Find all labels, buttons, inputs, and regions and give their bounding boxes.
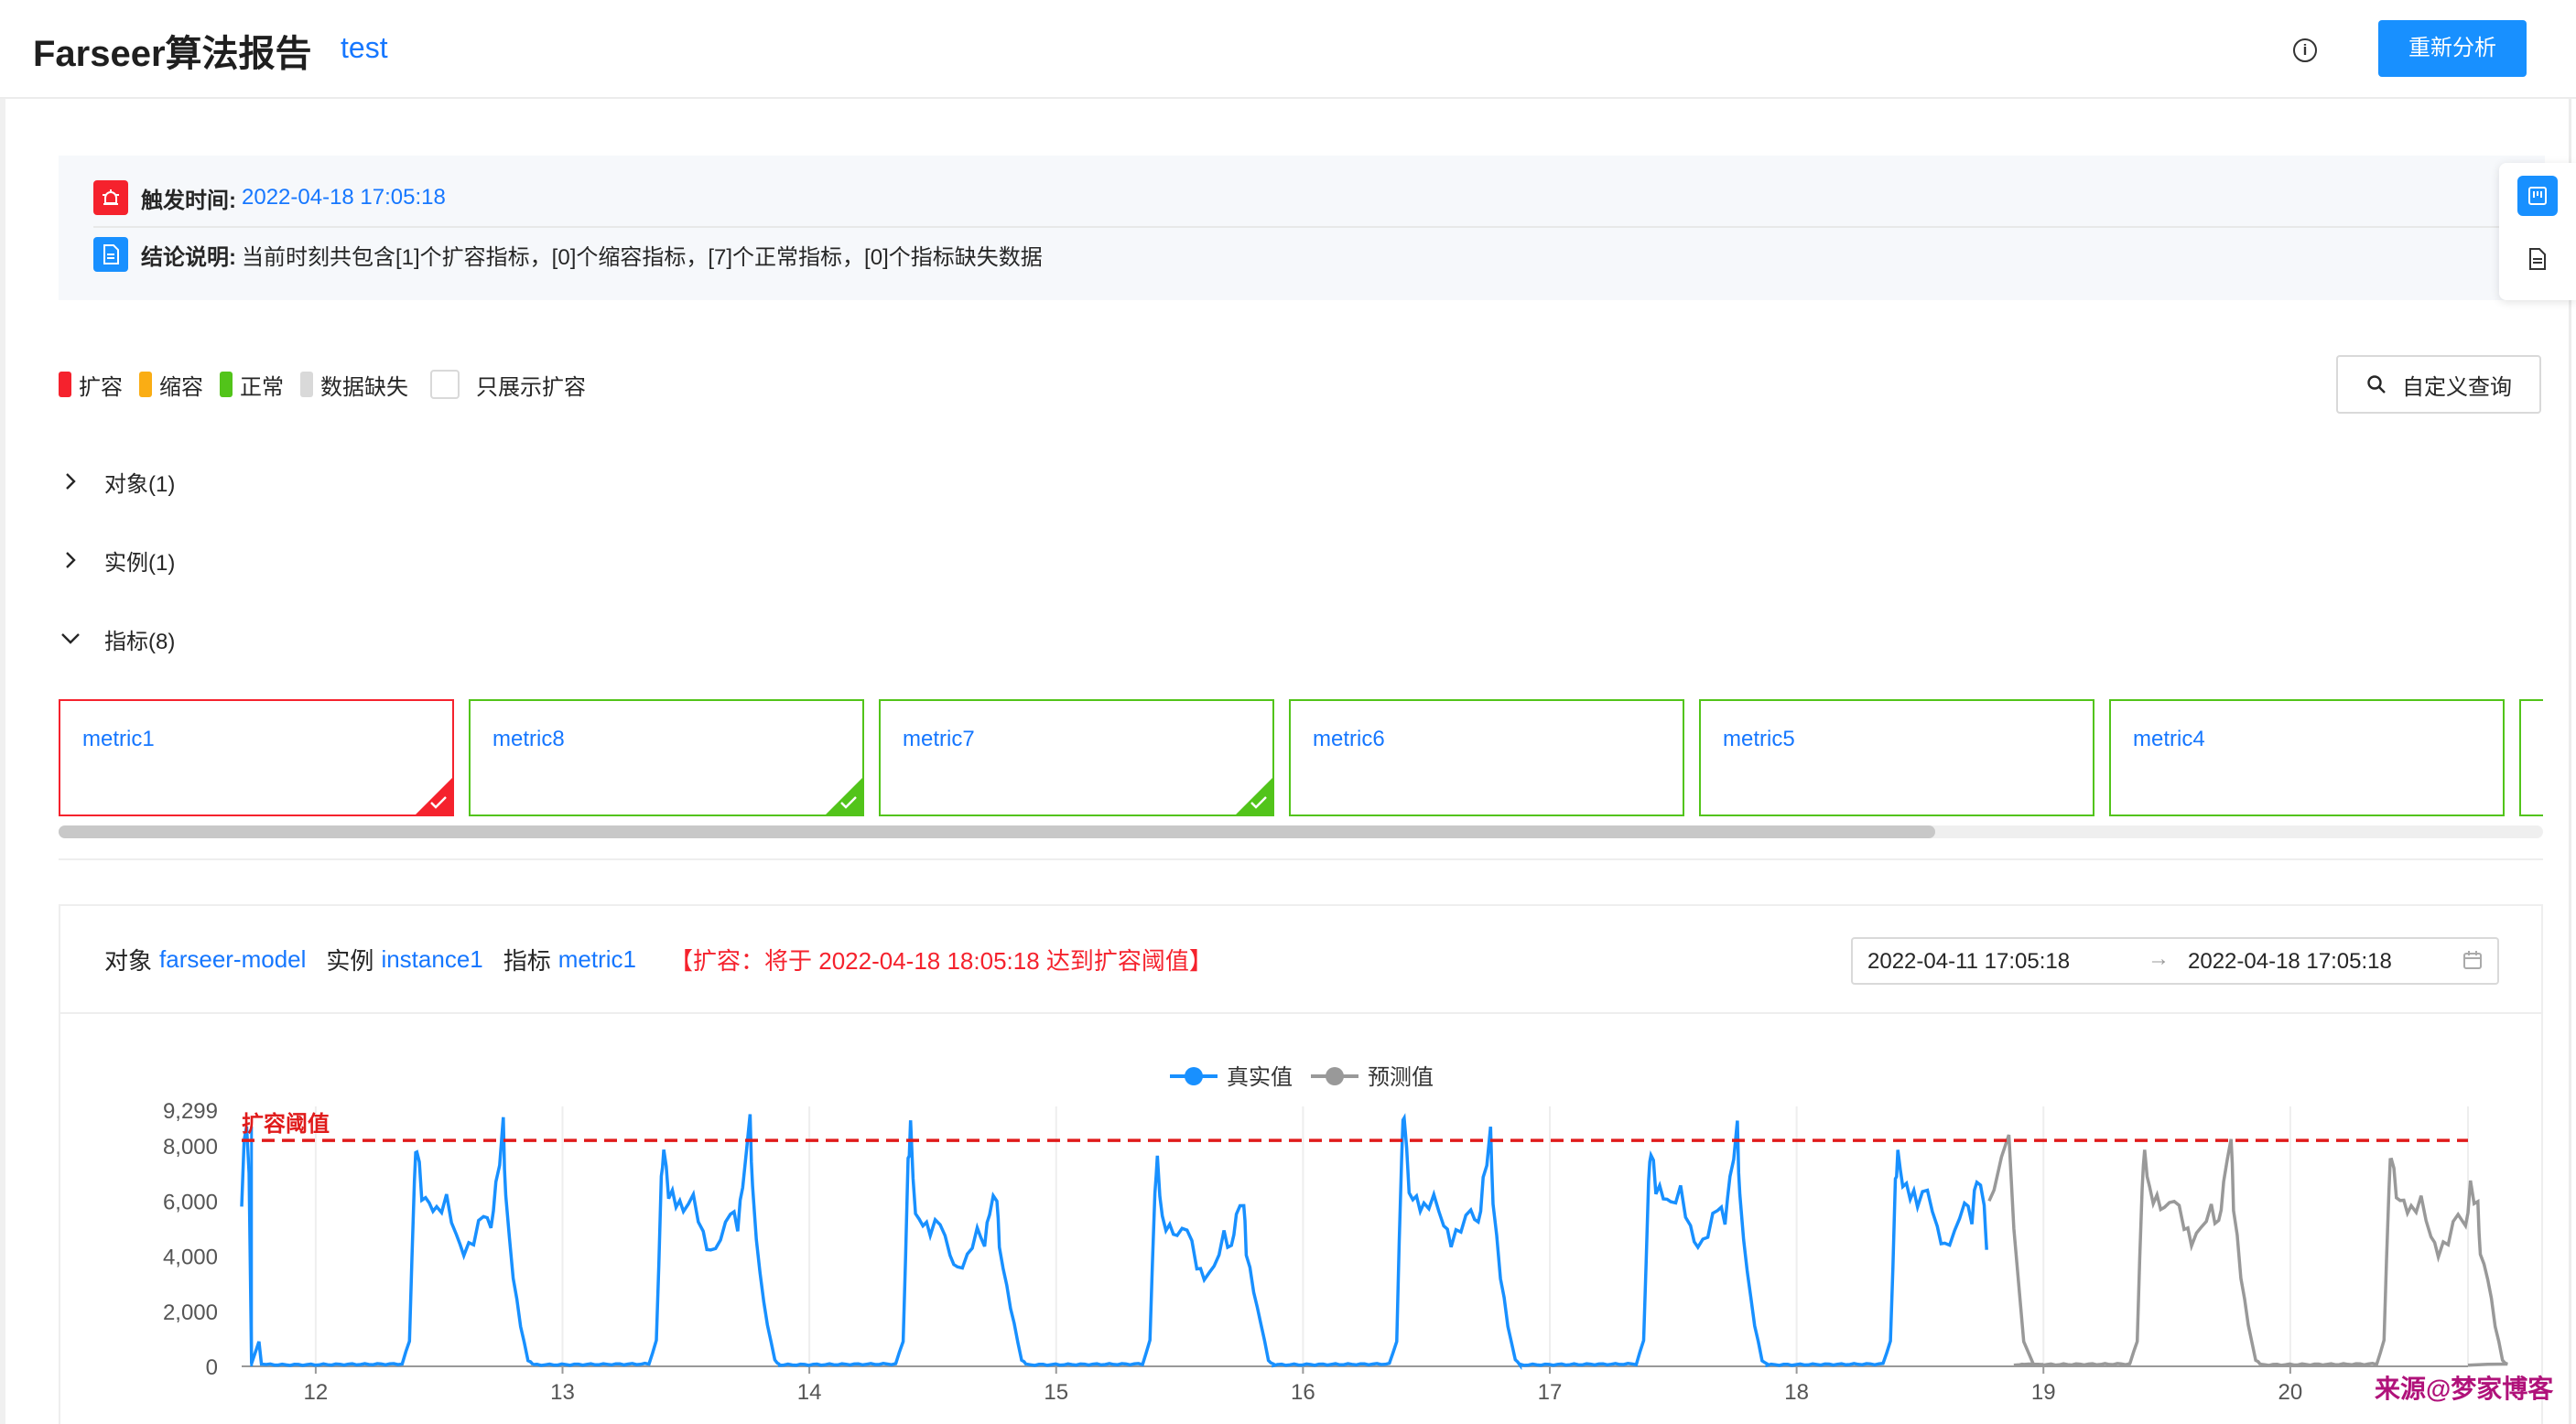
y-tick-label: 9,299 xyxy=(163,1099,218,1124)
y-tick-label: 0 xyxy=(206,1355,218,1380)
x-tick-label: 16 xyxy=(1291,1380,1315,1405)
y-tick-label: 6,000 xyxy=(163,1190,218,1214)
actual-series-line xyxy=(240,1113,1988,1371)
legend-marker-actual xyxy=(1185,1067,1203,1085)
x-tick-label: 18 xyxy=(1784,1380,1809,1405)
x-tick-label: 20 xyxy=(2278,1380,2303,1405)
x-tick-label: 13 xyxy=(550,1380,575,1405)
x-tick-label: 19 xyxy=(2031,1380,2056,1405)
y-tick-label: 4,000 xyxy=(163,1246,218,1270)
x-tick-label: 15 xyxy=(1044,1380,1068,1405)
predicted-series-line xyxy=(1987,1134,2508,1367)
x-tick-label: 14 xyxy=(797,1380,822,1405)
x-tick-label: 12 xyxy=(304,1380,329,1405)
y-tick-label: 8,000 xyxy=(163,1135,218,1160)
threshold-label: 扩容阈值 xyxy=(242,1111,330,1137)
legend-marker-predicted xyxy=(1326,1067,1344,1085)
y-tick-label: 2,000 xyxy=(163,1300,218,1325)
watermark: 来源@梦家博客 xyxy=(2375,1375,2554,1403)
metric-line-chart: 真实值 预测值 12 13 14 15 16 17 18 19 20 0 2,000 4,000 6,000… xyxy=(163,1065,2508,1405)
legend-label-actual: 真实值 xyxy=(1227,1065,1293,1090)
x-tick-label: 17 xyxy=(1538,1380,1563,1405)
legend-label-predicted: 预测值 xyxy=(1368,1065,1434,1090)
